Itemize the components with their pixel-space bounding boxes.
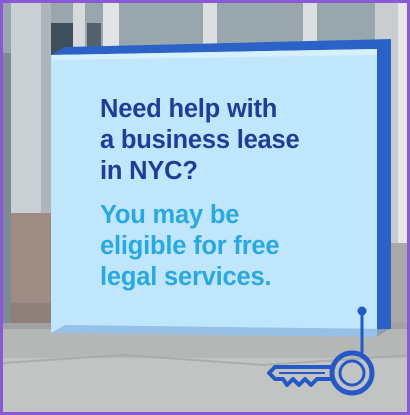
poster-frame: Need help with a business lease in NYC? … — [0, 0, 410, 415]
poster-subline: You may be eligible for free legal servi… — [100, 201, 280, 291]
poster-headline: Need help with a business lease in NYC? — [100, 95, 300, 185]
key-icon — [267, 306, 375, 396]
